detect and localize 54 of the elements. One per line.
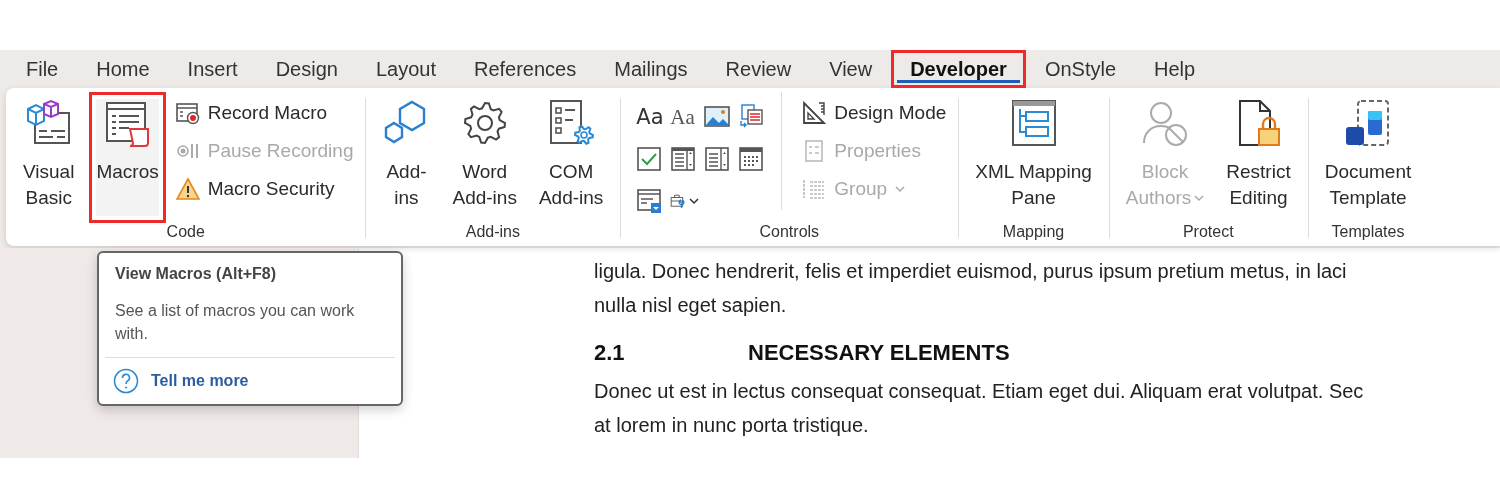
ribbon-tab[interactable]: Home bbox=[77, 50, 169, 88]
group-label: Protect bbox=[1182, 223, 1234, 242]
cubes-form-icon bbox=[24, 99, 73, 147]
list-scroll-icon bbox=[103, 99, 152, 147]
group-label: Templates bbox=[1331, 223, 1405, 242]
ribbon-tab[interactable]: Layout bbox=[356, 50, 455, 88]
ribbon-command[interactable]: Design Mode bbox=[800, 97, 949, 129]
caret-icon bbox=[689, 197, 700, 205]
ribbon-tab[interactable]: Review bbox=[706, 50, 811, 88]
heading-number: 2.1 bbox=[594, 340, 626, 366]
caret-icon bbox=[895, 185, 906, 193]
ribbon-tab[interactable]: Design bbox=[256, 50, 357, 88]
group-label: Code bbox=[166, 223, 205, 242]
text-control-button[interactable]: Aa bbox=[634, 100, 668, 134]
tell-me-more-link[interactable]: Tell me more bbox=[151, 372, 249, 390]
combo-box-icon bbox=[670, 146, 697, 172]
group-label: Mapping bbox=[1002, 223, 1065, 242]
paragraph-line: ligula. Donec hendrerit, felis et imperdiet euismod, purus ipsum pretium metus, in laci bbox=[594, 259, 1348, 284]
ribbon-command[interactable]: Macros bbox=[89, 92, 166, 223]
calendar-icon bbox=[738, 146, 765, 172]
list-box-icon bbox=[704, 146, 731, 172]
group-icon bbox=[802, 177, 827, 201]
caret-icon bbox=[1194, 194, 1205, 202]
ruler-triangle-icon bbox=[802, 101, 827, 125]
image-icon bbox=[704, 104, 731, 130]
person-blocked-icon bbox=[1141, 99, 1190, 147]
record-icon bbox=[175, 101, 200, 125]
document-template-icon bbox=[1344, 99, 1392, 147]
checklist-gear-icon bbox=[547, 99, 596, 147]
ribbon-tab[interactable]: References bbox=[454, 50, 596, 88]
checkbox-icon bbox=[636, 146, 663, 172]
group-label: Controls bbox=[759, 223, 820, 242]
paragraph-line: nulla nisl eget sapien. bbox=[594, 293, 788, 318]
ribbon-tab[interactable]: Mailings bbox=[595, 50, 707, 88]
tooltip-description: See a list of macros you can work with. bbox=[114, 301, 356, 344]
ribbon-tab[interactable]: OnStyle bbox=[1025, 50, 1136, 88]
tooltip-title: View Macros (Alt+F8) bbox=[114, 265, 278, 283]
help-icon bbox=[113, 368, 139, 394]
ribbon-command[interactable]: Macro Security bbox=[173, 173, 356, 205]
paragraph-line: at lorem in nunc porta tristique. bbox=[594, 413, 870, 438]
ribbon-tab[interactable]: Insert bbox=[168, 50, 257, 88]
dropdown-form-icon bbox=[636, 188, 663, 214]
ribbon-tab[interactable]: File bbox=[7, 50, 78, 88]
ribbon-tab[interactable]: Help bbox=[1135, 50, 1215, 88]
copy-list-icon bbox=[738, 104, 765, 130]
warning-icon bbox=[175, 177, 200, 201]
tree-panel-icon bbox=[1009, 99, 1058, 147]
text-control-button[interactable]: Aa bbox=[668, 100, 702, 134]
group-label: Add-ins bbox=[465, 223, 520, 242]
ribbon-command[interactable]: Record Macro bbox=[173, 97, 356, 129]
paragraph-line: Donec ut est in lectus consequat consequat. Etiam eget dui. Aliquam erat volutpat. Sec bbox=[594, 379, 1365, 404]
heading-text: NECESSARY ELEMENTS bbox=[748, 340, 1010, 366]
ribbon-tab[interactable]: View bbox=[810, 50, 892, 88]
ribbon-tab[interactable]: Developer bbox=[891, 50, 1026, 88]
